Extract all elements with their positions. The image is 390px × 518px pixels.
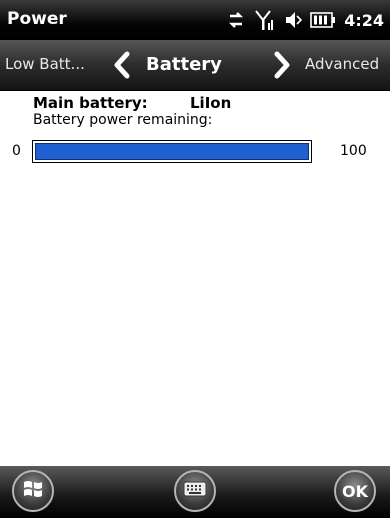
tab-next[interactable]: Advanced: [305, 55, 379, 73]
title-bar: Power 4:24: [0, 0, 390, 40]
battery-progress-bar: [32, 140, 312, 163]
battery-icon[interactable]: [310, 12, 336, 28]
main-battery-value: LiIon: [190, 94, 232, 112]
keyboard-button[interactable]: [174, 470, 216, 512]
signal-icon[interactable]: [254, 9, 274, 31]
windows-start-icon: [22, 478, 44, 504]
tab-strip: Low Batt... Battery Advanced: [0, 40, 390, 91]
app-title: Power: [7, 9, 67, 29]
battery-remaining-label: Battery power remaining:: [33, 112, 213, 128]
battery-progress-fill: [35, 143, 309, 160]
sync-icon[interactable]: [226, 10, 246, 30]
softkey-bar: OK: [0, 466, 390, 518]
tab-battery[interactable]: Battery: [146, 54, 222, 75]
scale-min-label: 0: [12, 143, 21, 159]
scale-max-label: 100: [340, 143, 367, 159]
clock[interactable]: 4:24: [344, 11, 384, 30]
start-button[interactable]: [12, 470, 54, 512]
keyboard-icon: [183, 481, 207, 501]
status-icons: 4:24: [226, 6, 384, 34]
main-battery-label: Main battery:: [33, 94, 148, 112]
tab-previous[interactable]: Low Batt...: [5, 55, 85, 73]
chevron-right-icon[interactable]: [272, 51, 292, 79]
volume-icon[interactable]: [282, 9, 303, 31]
chevron-left-icon[interactable]: [112, 51, 132, 79]
ok-button[interactable]: OK: [334, 470, 376, 512]
